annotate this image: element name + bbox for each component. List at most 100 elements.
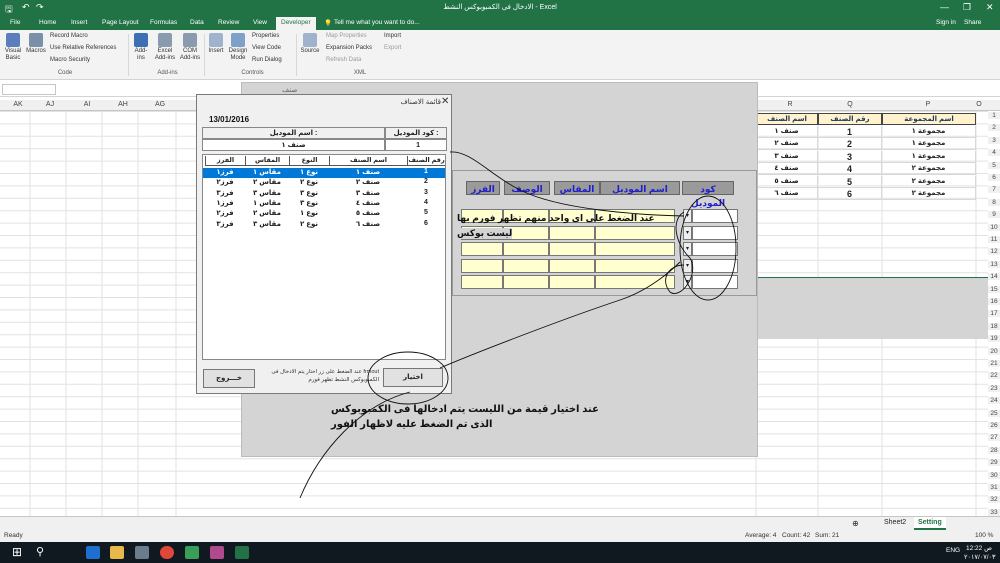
row-header[interactable]: 19 <box>988 335 1000 343</box>
col-header[interactable]: AK <box>8 101 28 108</box>
tab-page-layout[interactable]: Page Layout <box>102 19 139 26</box>
windows-start-icon[interactable]: ⊞ <box>12 545 26 559</box>
col-header[interactable]: AJ <box>40 101 60 108</box>
header-item-number[interactable]: رقم الصنف <box>818 113 882 125</box>
list-item[interactable]: فرز١ مقاس ١ نوع ٣ صنف ٤ 4 <box>203 199 445 209</box>
row-header[interactable]: 8 <box>988 198 1000 206</box>
row-header[interactable]: 28 <box>988 446 1000 454</box>
run-dialog-button[interactable]: Run Dialog <box>252 57 282 63</box>
entry-field[interactable] <box>595 225 675 240</box>
row-header[interactable]: 13 <box>988 260 1000 268</box>
tab-view[interactable]: View <box>253 19 267 26</box>
col-header[interactable]: R <box>780 101 800 108</box>
store-icon[interactable] <box>135 546 149 559</box>
row-header[interactable]: 31 <box>988 484 1000 491</box>
model-name-field[interactable]: صنف ١ <box>202 139 385 151</box>
model-code-combobox[interactable] <box>692 242 738 256</box>
model-code-combobox[interactable] <box>692 209 738 223</box>
list-item[interactable]: فرز٢ مقاس ٢ نوع ١ صنف ٥ 5 <box>203 209 445 219</box>
row-header[interactable]: 10 <box>988 223 1000 231</box>
col-header[interactable]: AG <box>150 101 170 108</box>
sheet-cell[interactable]: مجموعة ١ <box>882 150 976 163</box>
row-header[interactable]: 4 <box>988 149 1000 157</box>
sheet-cell[interactable]: مجموعة ٢ <box>882 188 976 200</box>
visual-basic-button[interactable]: Visual Basic <box>3 33 23 62</box>
export-button[interactable]: Export <box>384 45 401 51</box>
header-item-name[interactable]: اسم الصنف <box>756 113 818 125</box>
sheet-cell[interactable]: 6 <box>818 188 882 200</box>
row-header[interactable]: 20 <box>988 347 1000 355</box>
col-header[interactable]: AH <box>113 101 133 108</box>
sheet-cell[interactable]: 3 <box>818 150 882 163</box>
row-header[interactable]: 17 <box>988 310 1000 318</box>
minimize-button[interactable]: — <box>940 2 949 12</box>
macros-button[interactable]: Macros <box>26 33 46 55</box>
row-header[interactable]: 6 <box>988 174 1000 181</box>
entry-field[interactable] <box>549 242 595 256</box>
close-window-button[interactable]: ✕ <box>986 2 994 13</box>
entry-field[interactable] <box>461 275 503 289</box>
sheet-tab-setting[interactable]: Setting <box>914 517 946 530</box>
sheet-cell[interactable]: صنف ٦ <box>756 188 818 200</box>
sheet-cell[interactable]: 5 <box>818 175 882 188</box>
entry-field[interactable] <box>549 275 595 289</box>
addins-button[interactable]: Add-ins <box>132 33 150 62</box>
status-zoom[interactable]: 100 % <box>975 532 993 539</box>
model-code-combobox[interactable] <box>692 258 738 273</box>
row-header[interactable]: 9 <box>988 211 1000 219</box>
model-code-combobox[interactable] <box>692 275 738 289</box>
source-button[interactable]: Source <box>299 33 321 55</box>
model-code-combobox[interactable] <box>692 225 738 240</box>
row-header[interactable]: 15 <box>988 285 1000 293</box>
sheet-cell[interactable]: مجموعة ١ <box>882 126 976 138</box>
import-button[interactable]: Import <box>384 33 401 39</box>
header-group-name[interactable]: اسم المجموعة <box>882 113 976 125</box>
insert-control-button[interactable]: Insert <box>207 33 225 55</box>
search-icon[interactable]: ⚲ <box>36 545 50 558</box>
relative-refs-button[interactable]: Use Relative References <box>50 45 116 51</box>
dropdown-arrow-icon[interactable]: ▾ <box>683 209 692 223</box>
col-header[interactable]: Q <box>840 101 860 108</box>
entry-field[interactable] <box>595 258 675 273</box>
clock-date[interactable]: ٢٠١٧/٠٧/٠٣ <box>964 553 996 561</box>
entry-field[interactable] <box>503 258 549 273</box>
row-header[interactable]: 18 <box>988 322 1000 330</box>
dropdown-arrow-icon[interactable]: ▾ <box>683 275 692 289</box>
expansion-packs-button[interactable]: Expansion Packs <box>326 45 372 51</box>
row-header[interactable]: 12 <box>988 248 1000 256</box>
col-header[interactable]: AI <box>77 101 97 108</box>
share-button[interactable]: Share <box>964 19 981 26</box>
record-macro-button[interactable]: Record Macro <box>50 33 88 39</box>
sheet-cell[interactable]: 4 <box>818 163 882 176</box>
row-header[interactable]: 24 <box>988 397 1000 405</box>
entry-field[interactable] <box>503 275 549 289</box>
entry-field[interactable] <box>549 258 595 273</box>
macro-security-button[interactable]: Macro Security <box>50 57 90 63</box>
tab-data[interactable]: Data <box>190 19 204 26</box>
items-listbox[interactable]: الفرز المقاس النوع اسم الصنف رقم الصنف ف… <box>202 154 446 360</box>
language-indicator[interactable]: ENG <box>946 547 960 554</box>
entry-field[interactable] <box>595 275 675 289</box>
exit-button[interactable]: خـــروج <box>203 369 255 388</box>
sheet-cell[interactable]: مجموعة ١ <box>882 138 976 151</box>
file-explorer-icon[interactable] <box>110 546 124 559</box>
dialog-close-button[interactable]: ✕ <box>441 96 449 107</box>
sheet-cell[interactable]: صنف ٢ <box>756 138 818 151</box>
app-icon[interactable] <box>185 546 199 559</box>
dropdown-arrow-icon[interactable]: ▾ <box>683 258 692 273</box>
row-header[interactable]: 25 <box>988 409 1000 417</box>
tab-insert[interactable]: Insert <box>71 19 87 26</box>
sheet-cell[interactable]: 2 <box>818 138 882 151</box>
map-properties-button[interactable]: Map Properties <box>326 33 367 39</box>
refresh-data-button[interactable]: Refresh Data <box>326 57 361 63</box>
row-header[interactable]: 30 <box>988 471 1000 479</box>
row-header[interactable]: 7 <box>988 186 1000 194</box>
sheet-cell[interactable]: صنف ٤ <box>756 163 818 176</box>
entry-field[interactable] <box>549 225 595 240</box>
tab-review[interactable]: Review <box>218 19 239 26</box>
excel-addins-button[interactable]: Excel Add-ins <box>153 33 177 62</box>
clock-time[interactable]: 12:22 ص <box>966 544 992 552</box>
tab-formulas[interactable]: Formulas <box>150 19 177 26</box>
sheet-cell[interactable]: مجموعة ٢ <box>882 163 976 176</box>
row-header[interactable]: 26 <box>988 422 1000 429</box>
